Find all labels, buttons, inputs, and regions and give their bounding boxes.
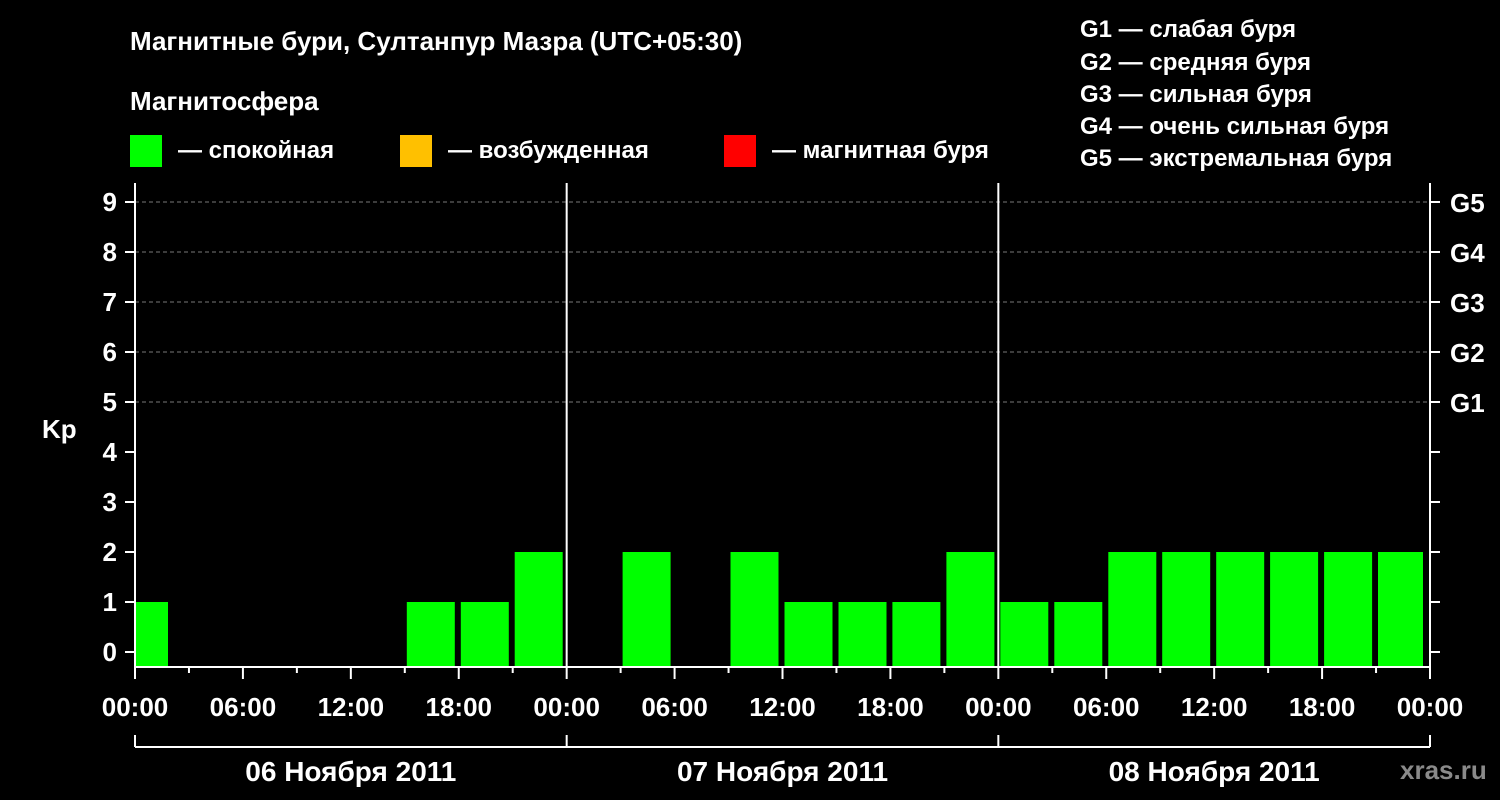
legend-swatch-storm	[724, 135, 756, 167]
y-tick-label: 5	[103, 387, 117, 417]
y-tick-label: 0	[103, 637, 117, 667]
legend-label-quiet: — спокойная	[178, 137, 334, 164]
bar-9	[622, 552, 671, 667]
bar-11	[730, 552, 779, 667]
y-tick-label: 9	[103, 187, 117, 217]
bar-23	[1378, 552, 1423, 667]
storm-legend-g3: G3 — сильная буря	[1080, 81, 1312, 108]
storm-level-label: G5	[1450, 188, 1485, 218]
x-tick-label: 00:00	[965, 692, 1032, 722]
storm-level-label: G2	[1450, 338, 1485, 368]
bar-20	[1216, 552, 1265, 667]
kp-chart: Магнитные бури, Султанпур Мазра (UTC+05:…	[42, 16, 1487, 787]
chart-title: Магнитные бури, Султанпур Мазра (UTC+05:…	[130, 26, 742, 56]
bar-21	[1270, 552, 1319, 667]
x-tick-label: 00:00	[1397, 692, 1464, 722]
storm-legend-g4: G4 — очень сильная буря	[1080, 113, 1389, 140]
bar-6	[460, 602, 509, 667]
x-tick-label: 06:00	[1073, 692, 1140, 722]
bars	[136, 552, 1423, 667]
y-tick-label: 4	[103, 437, 118, 467]
storm-level-labels: G1 G2 G3 G4 G5	[1450, 188, 1485, 418]
y-tick-label: 6	[103, 337, 117, 367]
storm-legend-g1: G1 — слабая буря	[1080, 16, 1296, 43]
x-tick-label: 06:00	[641, 692, 708, 722]
x-tick-label: 00:00	[102, 692, 169, 722]
storm-level-label: G3	[1450, 288, 1485, 318]
y-tick-label: 7	[103, 287, 117, 317]
bar-13	[838, 602, 887, 667]
bar-7	[514, 552, 563, 667]
x-tick-label: 12:00	[1181, 692, 1248, 722]
x-tick-labels: 00:00 06:00 12:00 18:00 00:00 06:00 12:00 18:00…	[102, 692, 1464, 722]
bar-12	[784, 602, 833, 667]
storm-legend-g2: G2 — средняя буря	[1080, 49, 1311, 76]
bar-14	[892, 602, 941, 667]
bar-17	[1054, 602, 1103, 667]
x-tick-label: 18:00	[1289, 692, 1356, 722]
storm-level-label: G1	[1450, 388, 1485, 418]
y-tick-labels: 0 1 2 3 4 5 6 7 8 9	[103, 187, 118, 667]
bar-19	[1162, 552, 1211, 667]
y-axis-label: Kp	[42, 414, 77, 444]
x-tick-label: 12:00	[749, 692, 816, 722]
legend-swatch-active	[400, 135, 432, 167]
legend-swatch-quiet	[130, 135, 162, 167]
bar-18	[1108, 552, 1157, 667]
y-tick-label: 3	[103, 487, 117, 517]
brand-watermark: xras.ru	[1400, 755, 1487, 785]
legend-label-active: — возбужденная	[448, 137, 649, 164]
day-label: 06 Ноября 2011	[245, 756, 456, 787]
legend: — спокойная — возбужденная — магнитная б…	[130, 135, 989, 167]
bar-16	[1000, 602, 1049, 667]
x-tick-label: 00:00	[533, 692, 600, 722]
y-tick-label: 2	[103, 537, 117, 567]
bar-22	[1324, 552, 1373, 667]
day-label: 07 Ноября 2011	[677, 756, 888, 787]
y-tick-label: 1	[103, 587, 117, 617]
x-tick-label: 18:00	[426, 692, 493, 722]
x-tick-label: 18:00	[857, 692, 924, 722]
storm-level-label: G4	[1450, 238, 1485, 268]
storm-legend: G1 — слабая буря G2 — средняя буря G3 — …	[1080, 16, 1392, 172]
legend-heading: Магнитосфера	[130, 86, 319, 116]
legend-label-storm: — магнитная буря	[772, 137, 989, 164]
x-tick-label: 12:00	[318, 692, 385, 722]
bar-5	[406, 602, 455, 667]
storm-legend-g5: G5 — экстремальная буря	[1080, 145, 1392, 172]
day-label: 08 Ноября 2011	[1109, 756, 1320, 787]
day-labels: 06 Ноября 2011 07 Ноября 2011 08 Ноября 20…	[245, 756, 1319, 787]
y-tick-label: 8	[103, 237, 117, 267]
x-tick-label: 06:00	[210, 692, 277, 722]
gridlines	[135, 201, 1430, 403]
bar-15	[946, 552, 995, 667]
bar-0	[136, 602, 168, 667]
